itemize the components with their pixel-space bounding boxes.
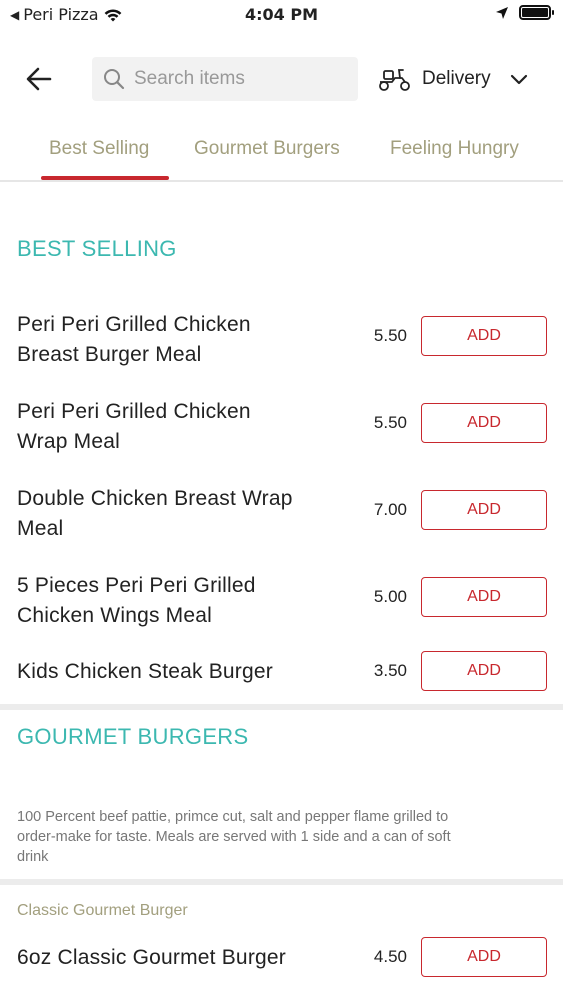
menu-item-name[interactable]: 5 Pieces Peri Peri Grilled Chicken Wings… xyxy=(17,571,347,631)
search-input[interactable] xyxy=(134,68,344,90)
section-description: 100 Percent beef pattie, primce cut, sal… xyxy=(17,807,547,867)
section-heading-best-selling: BEST SELLING xyxy=(17,236,177,261)
menu-item-price: 3.50 xyxy=(373,661,407,680)
tab-feeling-hungry[interactable]: Feeling Hungry xyxy=(390,138,519,160)
menu-item-name-line: Chicken Wings Meal xyxy=(17,604,212,627)
menu-item-name[interactable]: 6oz Classic Gourmet Burger xyxy=(17,943,347,973)
menu-item-name-line: 5 Pieces Peri Peri Grilled xyxy=(17,574,256,597)
menu-item-price: 5.50 xyxy=(373,326,407,345)
menu-item-name-line: Peri Peri Grilled Chicken xyxy=(17,400,251,423)
location-arrow-icon xyxy=(496,6,508,19)
menu-item-name[interactable]: Double Chicken Breast Wrap Meal xyxy=(17,484,347,544)
menu-item-price: 7.00 xyxy=(373,500,407,519)
delivery-selector[interactable]: Delivery xyxy=(378,57,531,101)
active-tab-indicator xyxy=(41,176,169,180)
menu-item-name-line: Kids Chicken Steak Burger xyxy=(17,660,273,683)
add-button[interactable]: ADD xyxy=(421,316,547,356)
menu-item-price: 4.50 xyxy=(373,947,407,966)
clock: 4:04 PM xyxy=(244,5,318,24)
menu-item-name[interactable]: Peri Peri Grilled Chicken Breast Burger … xyxy=(17,310,347,370)
tab-gourmet-burgers[interactable]: Gourmet Burgers xyxy=(194,138,340,160)
add-button[interactable]: ADD xyxy=(421,577,547,617)
search-icon xyxy=(104,69,125,90)
add-button[interactable]: ADD xyxy=(421,651,547,691)
delivery-label: Delivery xyxy=(422,68,491,89)
description-line: drink xyxy=(17,849,49,865)
tab-best-selling[interactable]: Best Selling xyxy=(49,138,149,160)
add-button[interactable]: ADD xyxy=(421,937,547,977)
subsection-heading: Classic Gourmet Burger xyxy=(17,902,188,919)
menu-item-price: 5.50 xyxy=(373,413,407,432)
chevron-down-icon xyxy=(510,74,527,85)
menu-item-name-line: Double Chicken Breast Wrap xyxy=(17,487,293,510)
menu-item-name-line: 6oz Classic Gourmet Burger xyxy=(17,946,286,969)
arrow-left-icon xyxy=(26,67,52,91)
back-button[interactable] xyxy=(22,62,56,96)
menu-item-name-line: Peri Peri Grilled Chicken xyxy=(17,313,251,336)
description-line: 100 Percent beef pattie, primce cut, sal… xyxy=(17,809,449,825)
add-button[interactable]: ADD xyxy=(421,403,547,443)
menu-item-name[interactable]: Kids Chicken Steak Burger xyxy=(17,657,347,687)
menu-item-name[interactable]: Peri Peri Grilled Chicken Wrap Meal xyxy=(17,397,347,457)
description-line: order-make for taste. Meals are served w… xyxy=(17,829,451,845)
menu-item-name-line: Meal xyxy=(17,517,64,540)
header: Delivery xyxy=(0,52,563,106)
menu-item-price: 5.00 xyxy=(373,587,407,606)
scooter-icon xyxy=(379,69,410,91)
search-box[interactable] xyxy=(92,57,358,101)
section-divider xyxy=(0,704,563,710)
section-heading-gourmet-burgers: GOURMET BURGERS xyxy=(17,724,249,749)
battery-icon xyxy=(519,5,554,20)
status-bar: ◀ Peri Pizza 4:04 PM xyxy=(0,0,563,30)
section-divider xyxy=(0,879,563,885)
add-button[interactable]: ADD xyxy=(421,490,547,530)
menu-item-name-line: Breast Burger Meal xyxy=(17,343,202,366)
menu-item-name-line: Wrap Meal xyxy=(17,430,120,453)
category-tabs: Best Selling Gourmet Burgers Feeling Hun… xyxy=(0,126,563,182)
